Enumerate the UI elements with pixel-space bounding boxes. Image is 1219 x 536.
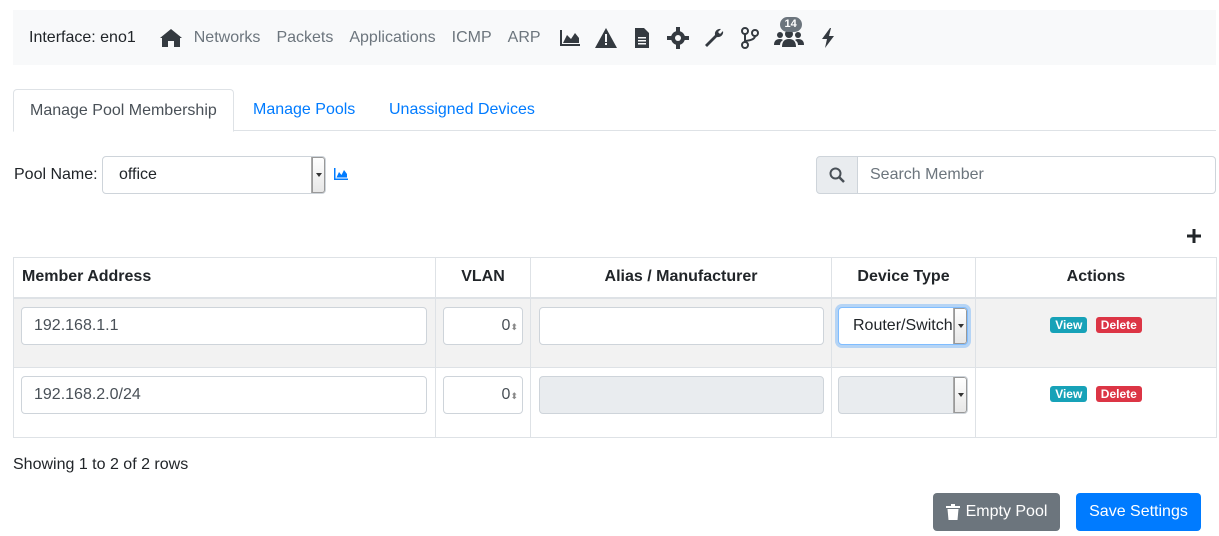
col-device-type[interactable]: Device Type	[831, 257, 976, 299]
search-icon[interactable]	[816, 156, 858, 194]
delete-button[interactable]: Delete	[1095, 386, 1142, 402]
interface-selector[interactable]: Interface: eno1	[29, 29, 136, 47]
nav-icmp[interactable]: ICMP	[452, 29, 492, 47]
empty-pool-button[interactable]: Empty Pool	[933, 493, 1060, 531]
alias-input	[539, 376, 824, 414]
vlan-stepper[interactable]: 0⬍	[443, 376, 523, 414]
bolt-icon[interactable]	[815, 25, 841, 51]
search-member-input[interactable]	[858, 156, 1216, 194]
chevron-down-icon	[311, 157, 325, 193]
stepper-arrows-icon[interactable]: ⬍	[510, 322, 518, 332]
file-icon[interactable]	[629, 25, 655, 51]
members-table: Member Address VLAN Alias / Manufacturer…	[13, 257, 1217, 438]
nav-networks[interactable]: Networks	[194, 29, 261, 47]
pagination-info: Showing 1 to 2 of 2 rows	[13, 456, 189, 473]
tab-manage-pools[interactable]: Manage Pools	[237, 89, 371, 131]
chevron-down-icon	[953, 377, 967, 413]
col-vlan[interactable]: VLAN	[435, 257, 531, 299]
view-button[interactable]: View	[1050, 386, 1088, 402]
table-row: 0⬍ Router/Switch View Delete	[13, 297, 1217, 368]
device-type-select	[838, 376, 968, 414]
tab-unassigned-devices[interactable]: Unassigned Devices	[373, 89, 551, 131]
pool-name-select[interactable]: office	[102, 156, 326, 194]
pool-chart-icon[interactable]	[333, 167, 349, 186]
users-count-badge: 14	[779, 16, 802, 32]
stepper-arrows-icon[interactable]: ⬍	[510, 391, 518, 401]
table-row: 0⬍ View Delete	[13, 367, 1217, 438]
tab-manage-pool-membership[interactable]: Manage Pool Membership	[13, 89, 234, 132]
col-member-address[interactable]: Member Address	[13, 257, 436, 299]
view-button[interactable]: View	[1050, 316, 1088, 333]
code-branch-icon[interactable]	[737, 25, 763, 51]
gear-icon[interactable]	[665, 25, 691, 51]
delete-button[interactable]: Delete	[1095, 316, 1142, 333]
pool-name-value: office	[119, 166, 157, 183]
alias-input[interactable]	[539, 306, 824, 345]
col-alias-manufacturer[interactable]: Alias / Manufacturer	[530, 257, 832, 299]
users-icon[interactable]: 14	[773, 16, 805, 51]
col-actions: Actions	[975, 257, 1217, 299]
wrench-icon[interactable]	[701, 25, 727, 51]
nav-packets[interactable]: Packets	[276, 29, 333, 47]
home-icon[interactable]	[158, 25, 184, 51]
nav-arp[interactable]: ARP	[508, 29, 541, 47]
device-type-select[interactable]: Router/Switch	[838, 306, 968, 345]
area-chart-icon[interactable]	[557, 25, 583, 51]
member-address-input[interactable]	[21, 306, 427, 345]
nav-applications[interactable]: Applications	[349, 29, 435, 47]
trash-icon	[945, 504, 960, 520]
add-member-icon[interactable]	[1186, 228, 1202, 249]
save-settings-button[interactable]: Save Settings	[1076, 493, 1201, 531]
tab-bar: Manage Pool Membership Manage Pools Unas…	[13, 89, 1216, 132]
top-navbar: Interface: eno1 Networks Packets Applica…	[13, 10, 1216, 65]
search-group	[816, 156, 1216, 194]
chevron-down-icon	[953, 307, 967, 344]
warning-icon[interactable]	[593, 25, 619, 51]
member-address-input[interactable]	[21, 376, 427, 414]
vlan-stepper[interactable]: 0⬍	[443, 306, 523, 345]
pool-name-label: Pool Name:	[14, 166, 98, 183]
